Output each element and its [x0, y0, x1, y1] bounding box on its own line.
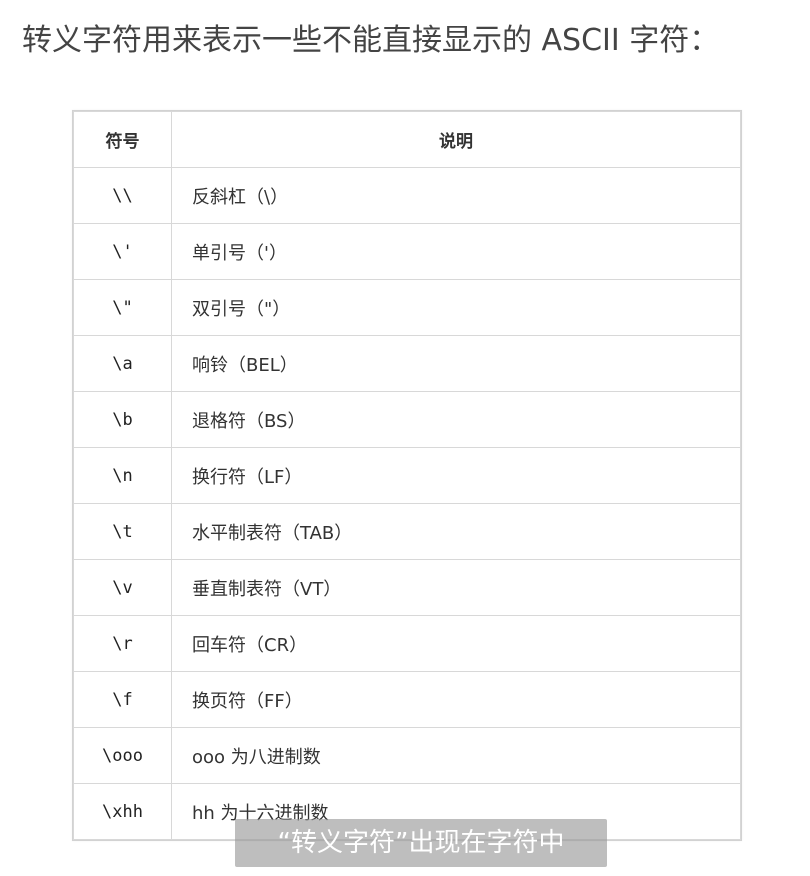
- description-cell: 响铃（BEL）: [171, 335, 741, 392]
- page-heading: 转义字符用来表示一些不能直接显示的 ASCII 字符：: [22, 23, 720, 58]
- description-cell: 退格符（BS）: [171, 391, 741, 448]
- symbol-cell: \': [73, 223, 172, 280]
- description-cell: 双引号（"）: [171, 279, 741, 336]
- description-cell: 单引号（'）: [171, 223, 741, 280]
- symbol-cell: \ooo: [73, 727, 172, 784]
- description-cell: 换行符（LF）: [171, 447, 741, 504]
- symbol-cell: \\: [73, 167, 172, 224]
- table-row: \b 退格符（BS）: [73, 391, 741, 448]
- table-header-row: 符号 说明: [73, 111, 741, 168]
- symbol-cell: \a: [73, 335, 172, 392]
- subtitle-caption: “转义字符”出现在字符中: [235, 819, 607, 867]
- table-row: \' 单引号（'）: [73, 223, 741, 280]
- description-cell: ooo 为八进制数: [171, 727, 741, 784]
- symbol-cell: \v: [73, 559, 172, 616]
- symbol-cell: \": [73, 279, 172, 336]
- symbol-cell: \f: [73, 671, 172, 728]
- table-row: \" 双引号（"）: [73, 279, 741, 336]
- escape-table-container: 符号 说明 \\ 反斜杠（\） \' 单引号（'） \" 双引号（"） \a 响…: [72, 110, 742, 841]
- table-row: \r 回车符（CR）: [73, 615, 741, 672]
- symbol-cell: \b: [73, 391, 172, 448]
- escape-character-table: 符号 说明 \\ 反斜杠（\） \' 单引号（'） \" 双引号（"） \a 响…: [73, 111, 741, 840]
- table-row: \t 水平制表符（TAB）: [73, 503, 741, 560]
- table-row: \f 换页符（FF）: [73, 671, 741, 728]
- table-row: \v 垂直制表符（VT）: [73, 559, 741, 616]
- table-row: \a 响铃（BEL）: [73, 335, 741, 392]
- header-symbol: 符号: [73, 111, 172, 168]
- symbol-cell: \r: [73, 615, 172, 672]
- description-cell: 回车符（CR）: [171, 615, 741, 672]
- description-cell: 水平制表符（TAB）: [171, 503, 741, 560]
- description-cell: 反斜杠（\）: [171, 167, 741, 224]
- symbol-cell: \xhh: [73, 783, 172, 840]
- description-cell: 垂直制表符（VT）: [171, 559, 741, 616]
- symbol-cell: \n: [73, 447, 172, 504]
- table-row: \ooo ooo 为八进制数: [73, 727, 741, 784]
- description-cell: 换页符（FF）: [171, 671, 741, 728]
- symbol-cell: \t: [73, 503, 172, 560]
- table-row: \\ 反斜杠（\）: [73, 167, 741, 224]
- header-description: 说明: [171, 111, 741, 168]
- table-row: \n 换行符（LF）: [73, 447, 741, 504]
